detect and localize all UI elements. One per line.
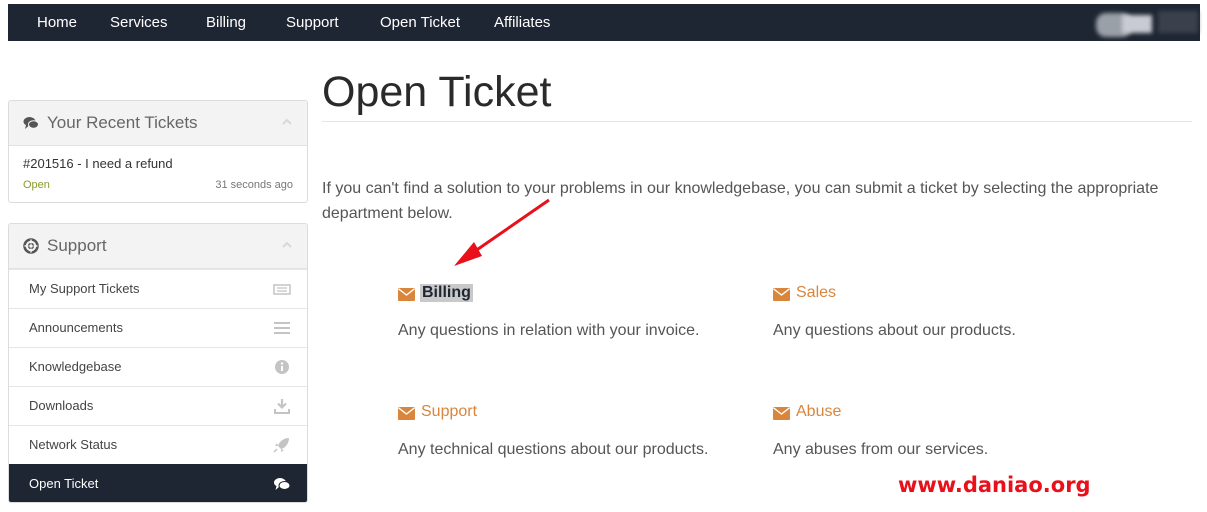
user-account-menu-blurred[interactable] (1092, 9, 1200, 39)
support-panel: Support My Support Tickets Announcements… (8, 223, 308, 503)
page-title: Open Ticket (322, 68, 552, 116)
chevron-up-icon[interactable] (281, 116, 293, 128)
ticket-icon (273, 284, 291, 295)
department-description: Any abuses from our services. (773, 441, 989, 458)
recent-tickets-header[interactable]: Your Recent Tickets (9, 101, 307, 146)
info-icon (275, 360, 289, 374)
envelope-icon (773, 407, 790, 420)
department-link-sales[interactable]: Sales (796, 284, 836, 302)
comments-icon (274, 478, 291, 490)
department-sales: Sales Any questions about our products. (773, 284, 1133, 339)
life-ring-icon (23, 238, 39, 254)
recent-ticket-link[interactable]: #201516 - I need a refund (23, 156, 173, 171)
sidebar-item-label: Downloads (29, 398, 94, 413)
support-panel-title: Support (47, 236, 107, 255)
sidebar-item-label: My Support Tickets (29, 281, 140, 296)
nav-open-ticket[interactable]: Open Ticket (380, 4, 460, 41)
recent-tickets-title: Your Recent Tickets (47, 113, 198, 132)
department-link-support[interactable]: Support (421, 403, 477, 421)
department-description: Any technical questions about our produc… (398, 441, 709, 458)
sidebar-item-open-ticket[interactable]: Open Ticket (9, 464, 307, 502)
annotation-arrow-icon (454, 198, 550, 266)
comments-icon (23, 117, 39, 129)
sidebar-item-downloads[interactable]: Downloads (9, 386, 307, 426)
support-panel-header[interactable]: Support (9, 224, 307, 269)
sidebar-item-network-status[interactable]: Network Status (9, 425, 307, 465)
department-abuse: Abuse Any abuses from our services. (773, 403, 1133, 458)
department-link-abuse[interactable]: Abuse (796, 403, 841, 421)
ticket-timestamp: 31 seconds ago (215, 179, 293, 191)
department-description: Any questions about our products. (773, 322, 1016, 339)
envelope-icon (398, 407, 415, 420)
sidebar-item-label: Network Status (29, 437, 118, 452)
envelope-icon (398, 288, 415, 301)
department-billing: Billing Any questions in relation with y… (398, 284, 758, 339)
sidebar-item-knowledgebase[interactable]: Knowledgebase (9, 347, 307, 387)
recent-tickets-panel: Your Recent Tickets #201516 - I need a r… (8, 100, 308, 203)
nav-home[interactable]: Home (37, 4, 77, 41)
ticket-status-badge: Open (23, 179, 50, 191)
title-divider (322, 121, 1192, 122)
download-icon (274, 399, 290, 414)
nav-affiliates[interactable]: Affiliates (494, 4, 550, 41)
nav-support[interactable]: Support (286, 4, 339, 41)
list-icon (274, 322, 290, 334)
sidebar-item-my-support-tickets[interactable]: My Support Tickets (9, 269, 307, 309)
department-link-billing[interactable]: Billing (420, 284, 473, 302)
sidebar-item-label: Knowledgebase (29, 359, 122, 374)
sidebar-item-announcements[interactable]: Announcements (9, 308, 307, 348)
sidebar-item-label: Open Ticket (29, 476, 99, 491)
top-navbar: Home Services Billing Support Open Ticke… (8, 4, 1200, 41)
rocket-icon (273, 438, 289, 453)
department-support: Support Any technical questions about ou… (398, 403, 758, 458)
chevron-up-icon[interactable] (281, 239, 293, 251)
nav-services[interactable]: Services (110, 4, 168, 41)
department-description: Any questions in relation with your invo… (398, 322, 700, 339)
envelope-icon (773, 288, 790, 301)
nav-billing[interactable]: Billing (206, 4, 246, 41)
sidebar-item-label: Announcements (29, 320, 123, 335)
watermark-text: www.daniao.org (898, 473, 1091, 497)
